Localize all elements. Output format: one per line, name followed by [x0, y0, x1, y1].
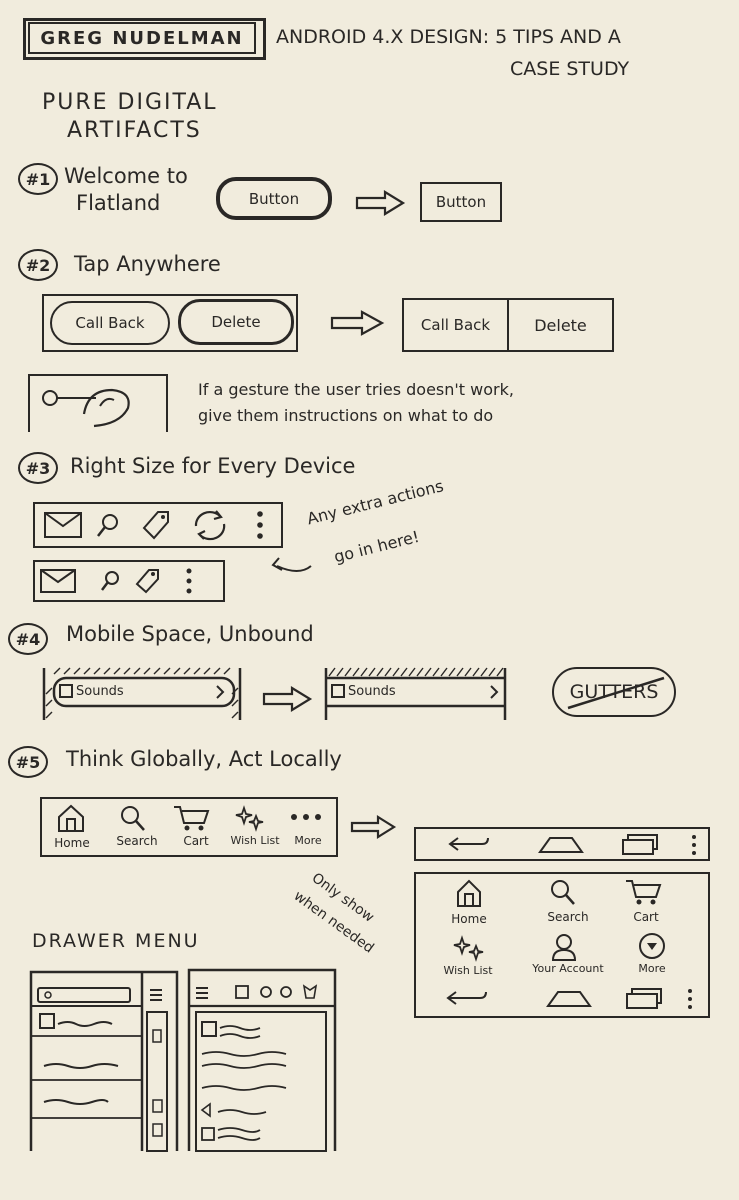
talk-title-line2: CASE STUDY — [510, 58, 630, 80]
tip1-title-line2: Flatland — [76, 191, 161, 215]
search-icon — [101, 571, 119, 591]
button-3d-example: Button — [216, 177, 332, 220]
home-nav-icon — [538, 837, 584, 853]
refresh-icon — [194, 510, 226, 541]
button-3d-label: Button — [248, 189, 300, 208]
tip1-number: #1 — [18, 163, 58, 195]
overflow-note-line2: go in here! — [332, 526, 422, 567]
talk-title-line1: ANDROID 4.X DESIGN: 5 TIPS AND A — [276, 26, 621, 48]
tab-label-home: Home — [54, 836, 90, 850]
delete-flat-label: Delete — [534, 315, 587, 335]
home-icon — [58, 804, 84, 832]
search-icon — [121, 806, 145, 831]
cart-icon — [174, 806, 210, 831]
arrow-icon — [262, 686, 313, 712]
recents-icon — [626, 988, 662, 1009]
account-icon — [551, 934, 577, 961]
tip3-title: Right Size for Every Device — [70, 454, 356, 478]
more-dots-icon — [291, 814, 321, 820]
gesture-note-line1: If a gesture the user tries doesn't work… — [198, 380, 514, 399]
back-icon — [446, 991, 487, 1005]
menu-label-account: Your Account — [532, 962, 604, 975]
mail-icon — [44, 512, 82, 538]
tab-label-search: Search — [116, 834, 158, 848]
button-flat-label: Button — [435, 193, 487, 211]
home-nav-icon — [546, 991, 592, 1007]
delete-button-rounded: Delete — [178, 299, 294, 345]
overflow-icon — [692, 835, 696, 855]
strike-through-line — [567, 676, 665, 710]
menu-label-search: Search — [547, 910, 589, 924]
list-item-label-before: Sounds — [76, 684, 124, 699]
swipe-finger-icon — [42, 388, 130, 428]
drawer-open-wireframe — [29, 970, 179, 1152]
overflow-icon — [257, 511, 263, 539]
section-heading-line1: PURE DIGITAL — [42, 90, 218, 115]
button-flat-example: Button — [420, 182, 502, 222]
tip2-number: #2 — [18, 249, 58, 281]
gesture-note-line2: give them instructions on what to do — [198, 406, 494, 425]
tip5-title: Think Globally, Act Locally — [66, 747, 342, 771]
menu-label-more: More — [638, 962, 666, 975]
arrow-icon — [350, 815, 397, 839]
tab-label-more: More — [294, 834, 322, 847]
tag-icon — [142, 511, 169, 540]
overflow-note-line1: Any extra actions — [305, 476, 446, 529]
wishlist-icon — [453, 935, 484, 962]
flat-buttons-bar: Call Back Delete — [402, 298, 614, 352]
drawer-closed-wireframe — [187, 968, 337, 1152]
tip5-number: #5 — [8, 746, 48, 778]
author-name: GREG NUDELMAN — [40, 27, 244, 49]
cart-icon — [626, 880, 662, 905]
search-icon — [97, 514, 118, 537]
callback-button-flat: Call Back — [404, 300, 509, 350]
tip4-title: Mobile Space, Unbound — [66, 622, 314, 646]
recents-icon — [622, 834, 658, 855]
search-icon — [551, 880, 575, 905]
tip3-number: #3 — [18, 452, 58, 484]
tab-label-wishlist: Wish List — [230, 834, 280, 847]
arrow-icon — [330, 310, 385, 336]
wishlist-icon — [235, 805, 264, 832]
tip4-number: #4 — [8, 623, 48, 655]
list-item-label-after: Sounds — [348, 684, 396, 699]
arrow-icon — [355, 190, 406, 216]
overflow-icon — [688, 989, 692, 1009]
section-heading-line2: ARTIFACTS — [67, 118, 202, 143]
list-with-gutters — [42, 667, 242, 720]
tab-label-cart: Cart — [183, 834, 209, 848]
back-icon — [448, 837, 489, 851]
author-name-box-inner: GREG NUDELMAN — [28, 22, 256, 54]
callback-label: Call Back — [75, 314, 145, 332]
menu-label-cart: Cart — [633, 910, 659, 924]
callback-button-rounded: Call Back — [50, 301, 170, 345]
more-circle-icon — [639, 933, 665, 959]
callback-flat-label: Call Back — [420, 316, 491, 334]
curved-arrow-icon — [271, 557, 312, 572]
tip1-title-line1: Welcome to — [64, 164, 188, 188]
home-icon — [457, 879, 481, 907]
mail-icon — [40, 569, 76, 593]
tag-icon — [135, 569, 159, 594]
tip2-title: Tap Anywhere — [74, 252, 221, 276]
delete-label: Delete — [211, 313, 261, 331]
delete-button-flat: Delete — [509, 300, 612, 350]
menu-label-wishlist: Wish List — [443, 964, 493, 977]
overflow-icon — [186, 568, 192, 594]
menu-label-home: Home — [451, 912, 487, 926]
drawer-heading: DRAWER MENU — [32, 930, 200, 952]
